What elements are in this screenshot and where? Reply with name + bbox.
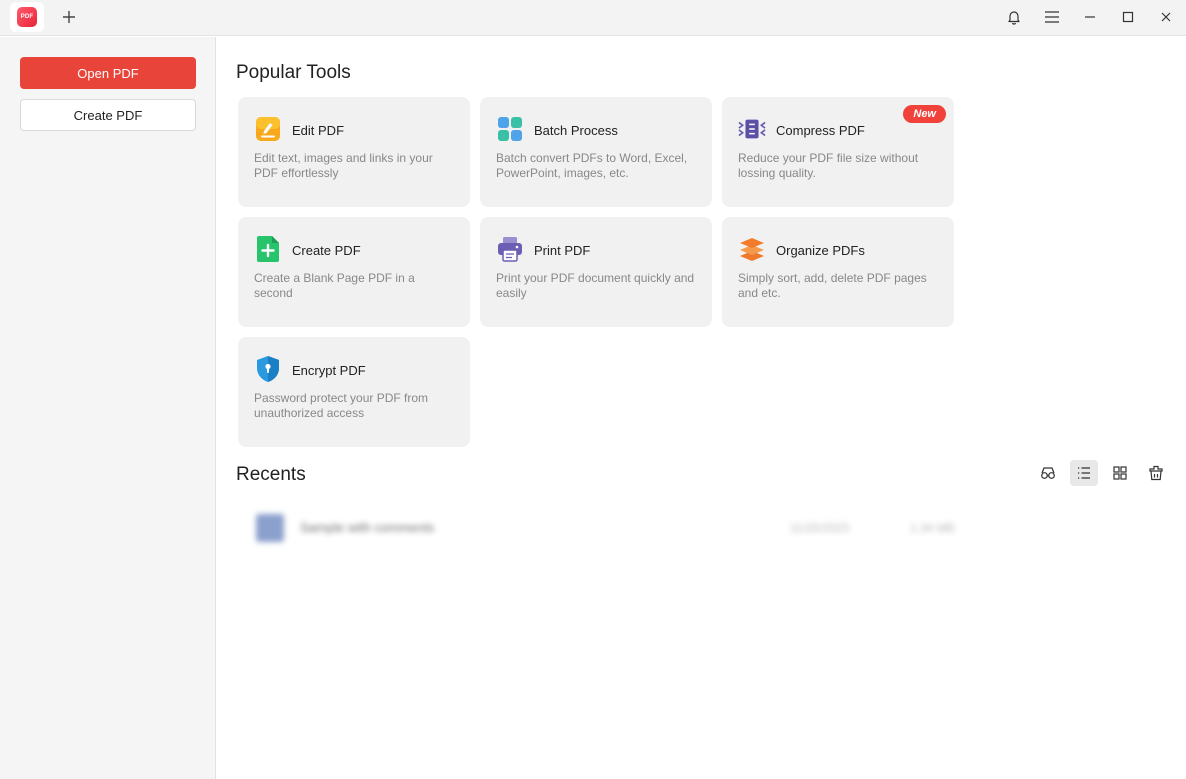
- tool-description: Edit text, images and links in your PDF …: [254, 151, 433, 180]
- minimize-icon[interactable]: [1076, 4, 1104, 30]
- tool-description: Simply sort, add, delete PDF pages and e…: [738, 271, 927, 300]
- tool-card-compress-pdf[interactable]: Compress PDF Reduce your PDF file size w…: [722, 97, 954, 207]
- create-pdf-icon: [254, 235, 282, 263]
- recent-file-size: 1.34 MB: [910, 521, 955, 535]
- edit-pdf-icon: [254, 115, 282, 143]
- tool-card-create-pdf[interactable]: Create PDF Create a Blank Page PDF in a …: [238, 217, 470, 327]
- tool-card-edit-pdf[interactable]: Edit PDF Edit text, images and links in …: [238, 97, 470, 207]
- tool-title: Edit PDF: [292, 123, 345, 138]
- tool-title: Print PDF: [534, 243, 591, 258]
- tool-card-organize-pdfs[interactable]: Organize PDFs Simply sort, add, delete P…: [722, 217, 954, 327]
- create-pdf-button[interactable]: Create PDF: [20, 99, 196, 131]
- recent-file-name: Sample with comments: [300, 520, 435, 535]
- plus-icon[interactable]: [58, 6, 80, 28]
- app-logo-tab[interactable]: PDF: [10, 2, 44, 32]
- tool-card-print-pdf[interactable]: Print PDF Print your PDF document quickl…: [480, 217, 712, 327]
- maximize-icon[interactable]: [1114, 4, 1142, 30]
- filter-recents-icon[interactable]: [1034, 460, 1062, 486]
- encrypt-pdf-icon: [254, 355, 282, 383]
- print-pdf-icon: [496, 235, 524, 263]
- clear-recents-icon[interactable]: [1142, 460, 1170, 486]
- new-badge: New: [903, 105, 946, 123]
- tool-description: Password protect your PDF from unauthori…: [254, 391, 429, 420]
- close-icon[interactable]: [1152, 4, 1180, 30]
- list-view-icon[interactable]: [1070, 460, 1098, 486]
- open-pdf-button[interactable]: Open PDF: [20, 57, 196, 89]
- tool-title: Encrypt PDF: [292, 363, 366, 378]
- tool-description: Create a Blank Page PDF in a second: [254, 271, 415, 300]
- batch-process-icon: [496, 115, 524, 143]
- pdf-file-icon: [256, 514, 284, 542]
- recent-file-date: 11/25/2023: [790, 521, 850, 535]
- app-logo-icon: PDF: [17, 7, 37, 27]
- organize-pdfs-icon: [738, 235, 766, 263]
- tool-description: Reduce your PDF file size without lossin…: [738, 151, 919, 180]
- sidebar: Open PDF Create PDF: [0, 37, 216, 779]
- tool-title: Create PDF: [292, 243, 361, 258]
- recents-title: Recents: [236, 464, 306, 485]
- bell-icon[interactable]: [1000, 4, 1028, 30]
- app-logo-text: PDF: [20, 14, 34, 20]
- tool-description: Batch convert PDFs to Word, Excel, Power…: [496, 151, 688, 180]
- tool-title: Compress PDF: [776, 123, 865, 138]
- menu-icon[interactable]: [1038, 4, 1066, 30]
- tool-title: Organize PDFs: [776, 243, 865, 258]
- compress-pdf-icon: [738, 115, 766, 143]
- recent-file-row[interactable]: Sample with comments 11/25/2023 1.34 MB: [238, 504, 968, 552]
- grid-view-icon[interactable]: [1106, 460, 1134, 486]
- tool-description: Print your PDF document quickly and easi…: [496, 271, 695, 300]
- tool-title: Batch Process: [534, 123, 618, 138]
- popular-tools-title: Popular Tools: [236, 62, 351, 83]
- tool-card-batch-process[interactable]: Batch Process Batch convert PDFs to Word…: [480, 97, 712, 207]
- title-bar: PDF: [0, 0, 1186, 36]
- tool-card-encrypt-pdf[interactable]: Encrypt PDF Password protect your PDF fr…: [238, 337, 470, 447]
